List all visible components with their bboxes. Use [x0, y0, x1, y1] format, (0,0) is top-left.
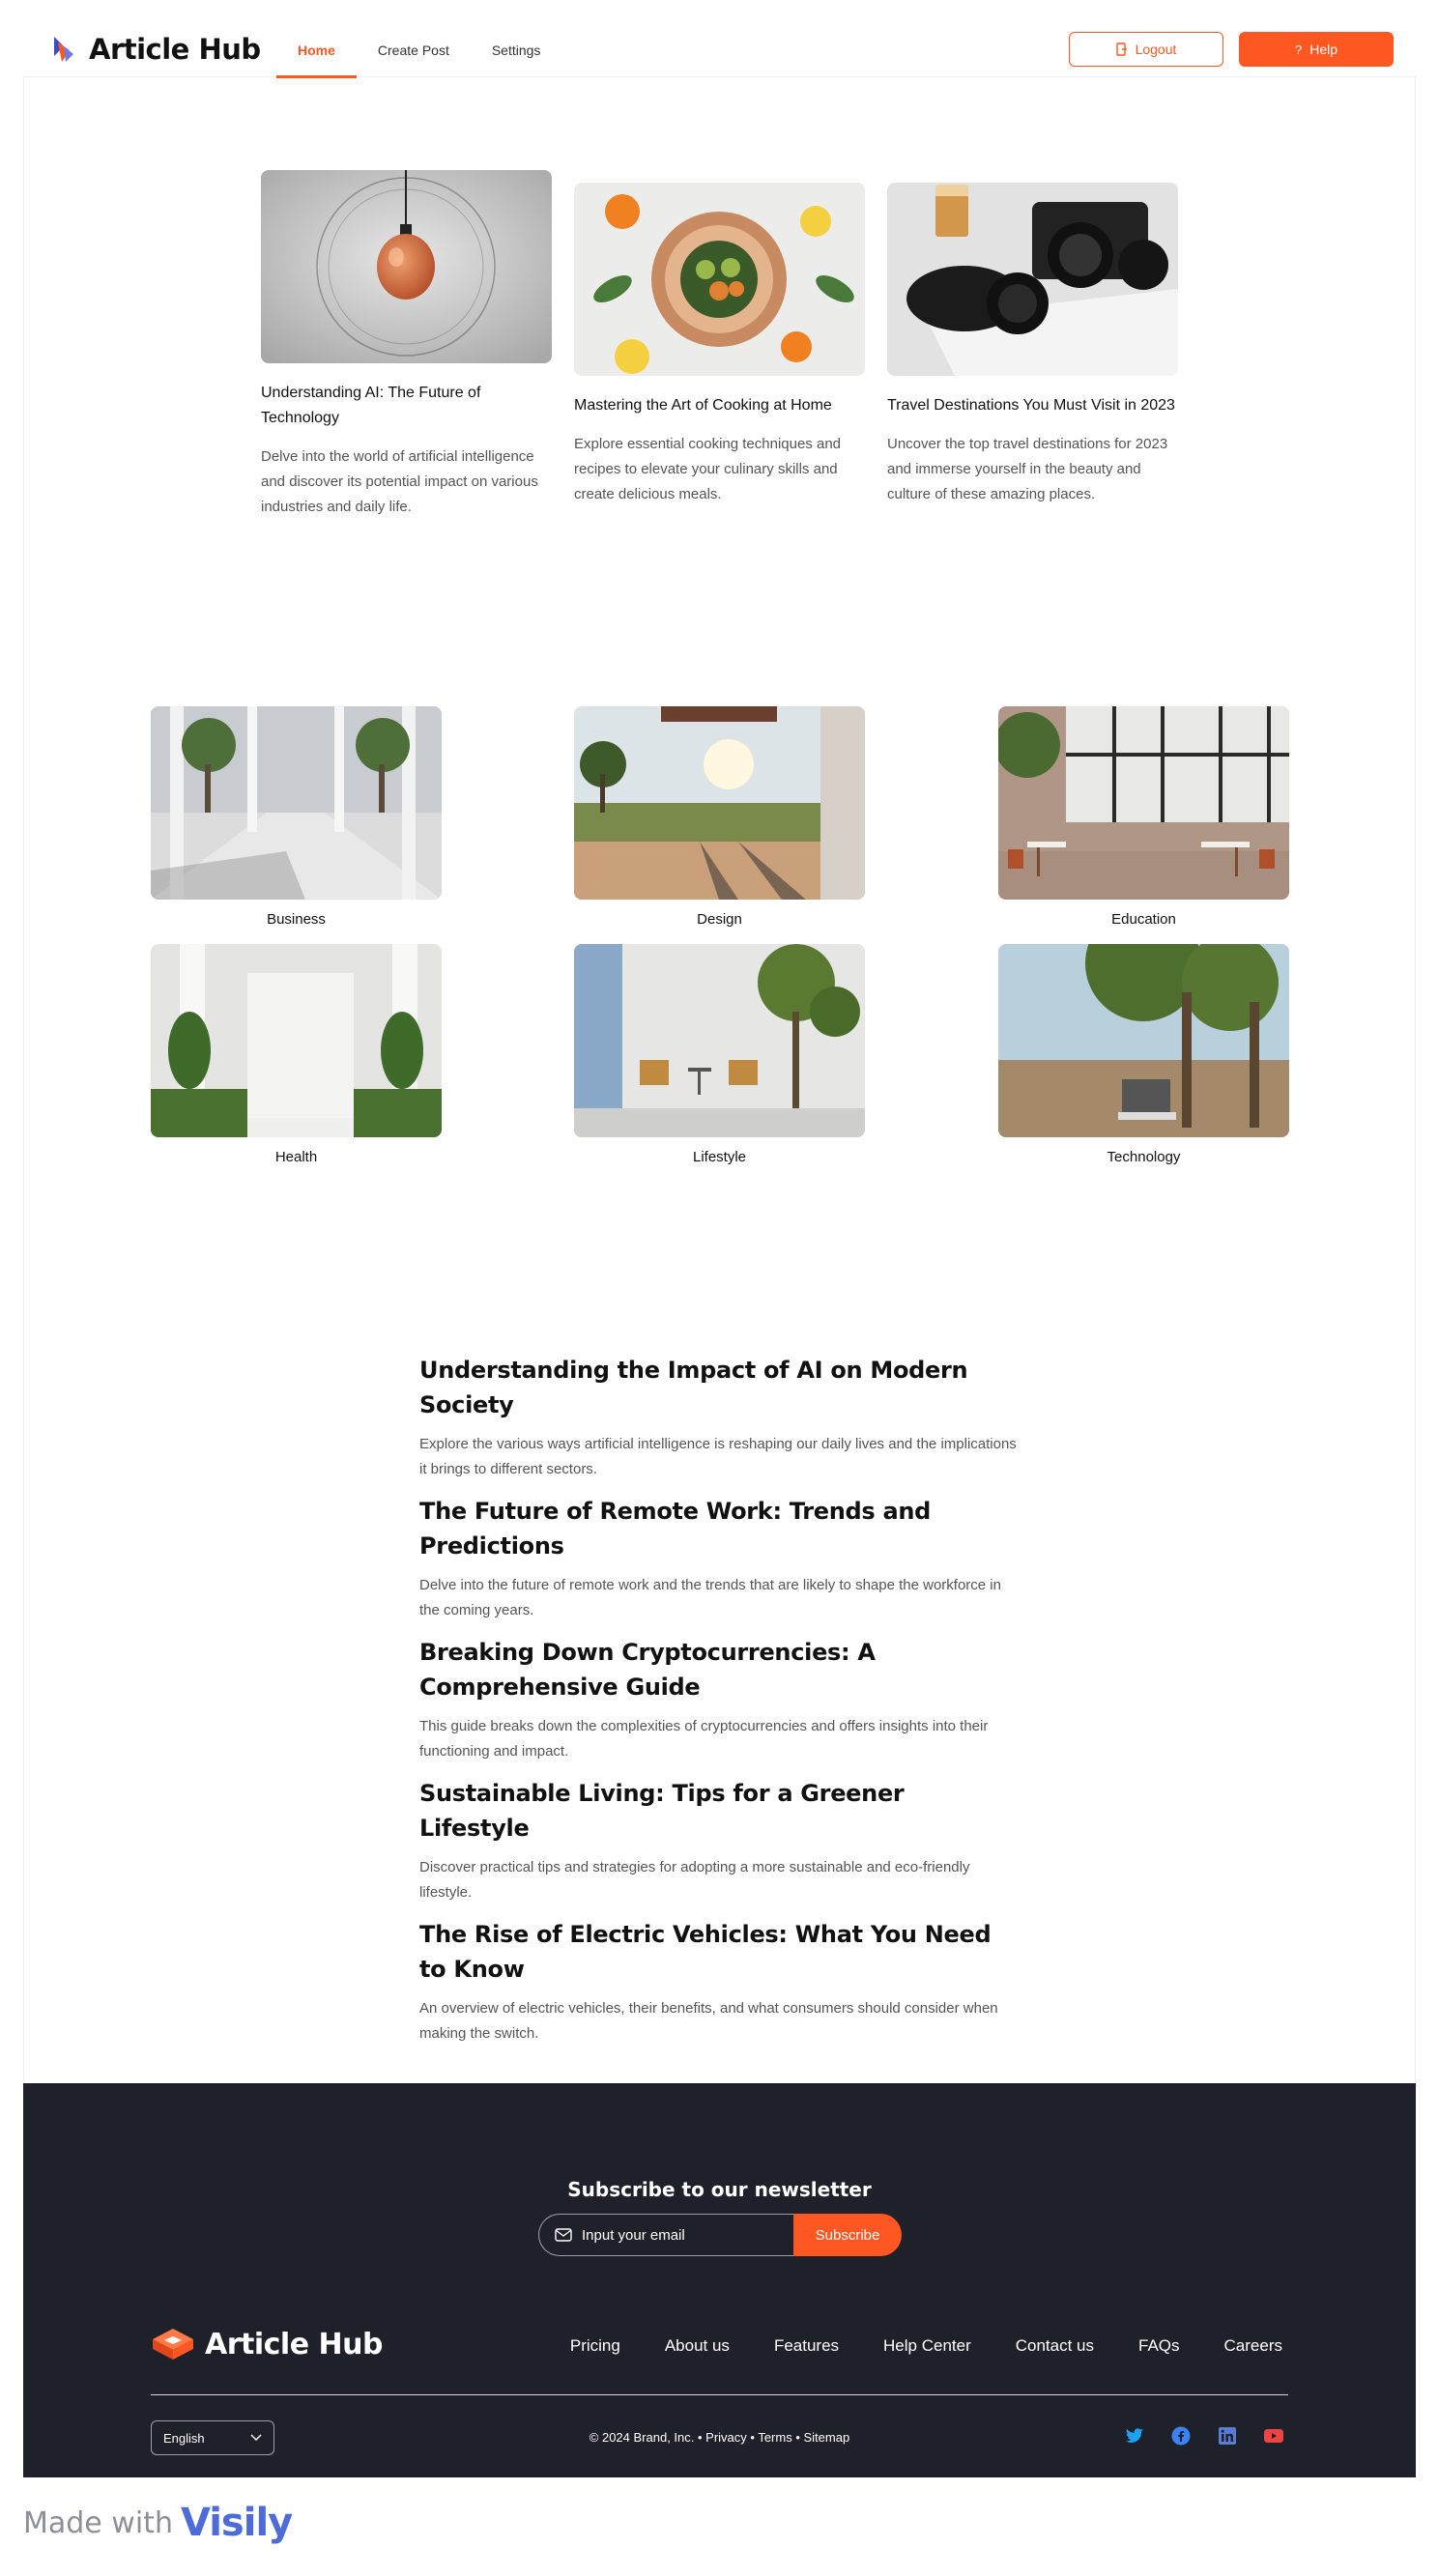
featured-image-pendant-lamp — [261, 170, 552, 363]
category-card-technology[interactable]: Technology — [998, 944, 1289, 1165]
article-title[interactable]: The Rise of Electric Vehicles: What You … — [419, 1917, 1019, 1987]
category-label: Health — [274, 1149, 318, 1165]
article-title[interactable]: Breaking Down Cryptocurrencies: A Compre… — [419, 1635, 1019, 1704]
help-button[interactable]: ? Help — [1239, 32, 1394, 67]
footer-link-features[interactable]: Features — [774, 2336, 839, 2356]
subscribe-button[interactable]: Subscribe — [793, 2214, 902, 2256]
footer-logo-icon — [153, 2329, 193, 2360]
logout-button[interactable]: Logout — [1069, 32, 1223, 67]
list-item: Understanding the Impact of AI on Modern… — [419, 1353, 1019, 1482]
featured-card[interactable]: Travel Destinations You Must Visit in 20… — [887, 183, 1178, 507]
footer-link-faqs[interactable]: FAQs — [1138, 2336, 1180, 2356]
article-list: Understanding the Impact of AI on Modern… — [419, 1353, 1019, 2058]
category-image — [998, 706, 1289, 900]
newsletter-title: Subscribe to our newsletter — [567, 2178, 872, 2201]
featured-description: Uncover the top travel destinations for … — [887, 436, 1168, 502]
footer-link-careers[interactable]: Careers — [1224, 2336, 1282, 2356]
category-image — [151, 944, 442, 1137]
featured-title[interactable]: Mastering the Art of Cooking at Home — [574, 393, 865, 418]
featured-description: Explore essential cooking techniques and… — [574, 436, 842, 502]
footer-link-about-us[interactable]: About us — [665, 2336, 730, 2356]
category-image — [998, 944, 1289, 1137]
made-with-badge[interactable]: Made with Visily — [23, 2501, 293, 2545]
terms-link[interactable]: Terms — [758, 2430, 791, 2445]
linkedin-icon[interactable] — [1218, 2426, 1237, 2446]
nav-settings[interactable]: Settings — [471, 23, 562, 77]
category-image — [574, 944, 865, 1137]
featured-title[interactable]: Understanding AI: The Future of Technolo… — [261, 381, 552, 431]
list-item: The Future of Remote Work: Trends and Pr… — [419, 1494, 1019, 1623]
newsletter-form: Input your email Subscribe — [538, 2214, 902, 2256]
site-footer: Subscribe to our newsletter Input your e… — [23, 2083, 1416, 2477]
featured-description: Delve into the world of artificial intel… — [261, 448, 538, 515]
category-label: Design — [697, 911, 742, 928]
nav-home[interactable]: Home — [276, 23, 357, 78]
brand-name: Article Hub — [89, 33, 261, 66]
category-label: Lifestyle — [692, 1149, 747, 1165]
social-links — [1125, 2426, 1283, 2446]
email-placeholder: Input your email — [582, 2226, 685, 2244]
category-card-health[interactable]: Health — [151, 944, 442, 1165]
featured-card[interactable]: Understanding AI: The Future of Technolo… — [261, 170, 552, 520]
article-summary: Delve into the future of remote work and… — [419, 1577, 1001, 1618]
list-item: Breaking Down Cryptocurrencies: A Compre… — [419, 1635, 1019, 1764]
footer-link-help-center[interactable]: Help Center — [883, 2336, 971, 2356]
category-label: Education — [1111, 911, 1176, 928]
made-with-text: Made with — [23, 2505, 173, 2540]
facebook-icon[interactable] — [1171, 2426, 1191, 2446]
article-summary: Discover practical tips and strategies f… — [419, 1859, 970, 1901]
help-label: Help — [1309, 42, 1338, 57]
category-card-design[interactable]: Design — [574, 706, 865, 928]
footer-brand-name: Article Hub — [205, 2327, 383, 2361]
copyright-text: © 2024 Brand, Inc. — [589, 2430, 695, 2445]
category-card-education[interactable]: Education — [998, 706, 1289, 928]
category-label: Business — [267, 911, 326, 928]
footer-brand-logo[interactable]: Article Hub — [151, 2327, 383, 2361]
brand-logo-icon — [54, 37, 73, 62]
top-navbar: Article Hub Home Create Post Settings Lo… — [23, 23, 1416, 78]
category-image — [574, 706, 865, 900]
article-summary: An overview of electric vehicles, their … — [419, 2000, 998, 2042]
article-title[interactable]: Understanding the Impact of AI on Modern… — [419, 1353, 1019, 1422]
footer-link-contact-us[interactable]: Contact us — [1016, 2336, 1094, 2356]
footer-divider — [151, 2394, 1288, 2395]
logout-icon — [1115, 43, 1127, 56]
featured-image-food-bowl — [574, 183, 865, 376]
featured-card[interactable]: Mastering the Art of Cooking at Home Exp… — [574, 183, 865, 507]
category-label: Technology — [1107, 1149, 1181, 1165]
nav-create-post[interactable]: Create Post — [357, 23, 471, 77]
main-nav: Home Create Post Settings — [276, 23, 562, 78]
twitter-icon[interactable] — [1125, 2426, 1144, 2446]
mail-icon — [555, 2228, 572, 2242]
footer-nav: Pricing About us Features Help Center Co… — [570, 2336, 1282, 2356]
featured-title[interactable]: Travel Destinations You Must Visit in 20… — [887, 393, 1178, 418]
article-summary: Explore the various ways artificial inte… — [419, 1436, 1017, 1477]
privacy-link[interactable]: Privacy — [705, 2430, 747, 2445]
help-icon: ? — [1294, 42, 1303, 57]
list-item: Sustainable Living: Tips for a Greener L… — [419, 1776, 1019, 1905]
logout-label: Logout — [1135, 42, 1177, 57]
youtube-icon[interactable] — [1264, 2426, 1283, 2446]
footer-link-pricing[interactable]: Pricing — [570, 2336, 620, 2356]
sitemap-link[interactable]: Sitemap — [804, 2430, 850, 2445]
list-item: The Rise of Electric Vehicles: What You … — [419, 1917, 1019, 2046]
article-title[interactable]: Sustainable Living: Tips for a Greener L… — [419, 1776, 1019, 1846]
category-image — [151, 706, 442, 900]
visily-logo: Visily — [180, 2501, 293, 2545]
article-title[interactable]: The Future of Remote Work: Trends and Pr… — [419, 1494, 1019, 1563]
article-summary: This guide breaks down the complexities … — [419, 1718, 989, 1760]
email-field[interactable]: Input your email — [538, 2214, 793, 2256]
featured-image-camera — [887, 183, 1178, 376]
brand-logo[interactable]: Article Hub — [50, 33, 261, 66]
category-card-business[interactable]: Business — [151, 706, 442, 928]
category-card-lifestyle[interactable]: Lifestyle — [574, 944, 865, 1165]
